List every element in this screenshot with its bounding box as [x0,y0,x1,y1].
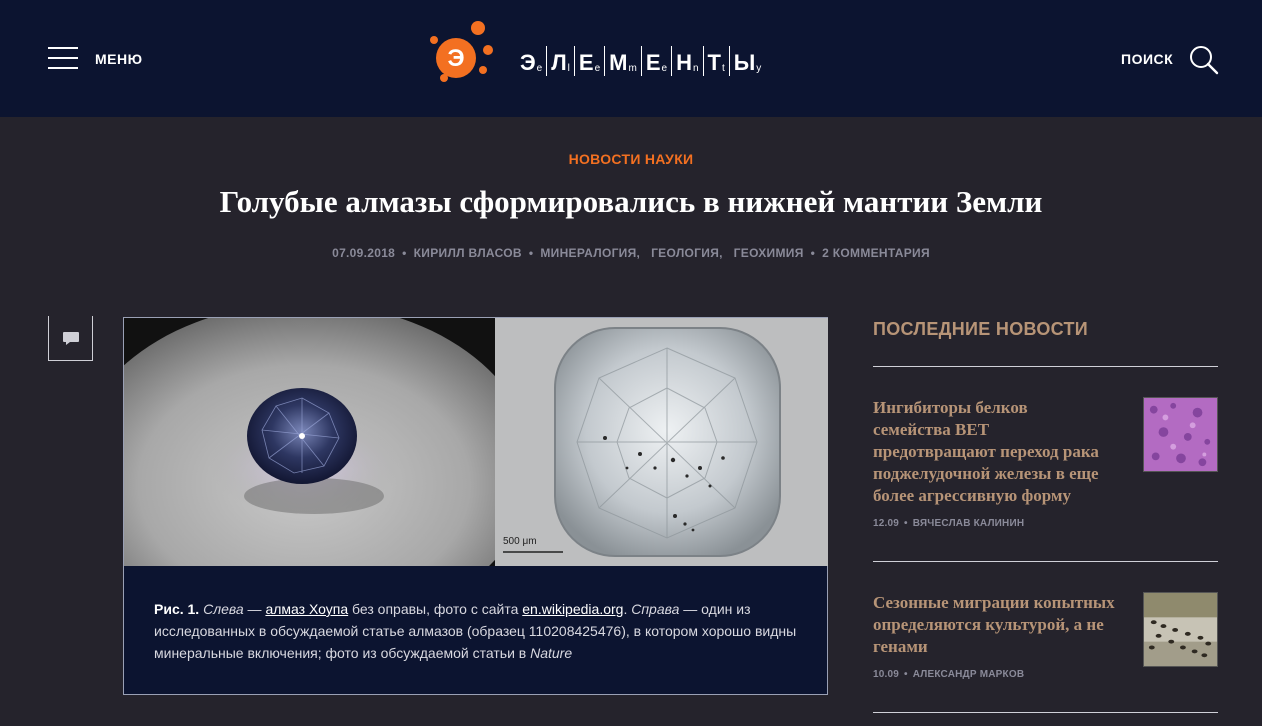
tag-link[interactable]: ГЕОХИМИЯ [734,246,804,260]
svg-text:Э: Э [447,45,464,72]
article-date: 07.09.2018 [332,246,396,260]
author-link[interactable]: КИРИЛЛ ВЛАСОВ [414,246,522,260]
site-logo[interactable]: Э Эe Лl Еe Мm Еe Нn Тt Ыy [428,18,838,88]
news-author-link[interactable]: АЛЕКСАНДР МАРКОВ [913,669,1025,680]
tag-link[interactable]: ГЕОЛОГИЯ, [651,246,723,260]
comment-button[interactable] [48,316,93,361]
menu-button[interactable]: МЕНЮ [95,51,143,67]
news-item-title[interactable]: Сезонные миграции копытных определяются … [873,592,1115,658]
sidebar-title: ПОСЛЕДНИЕ НОВОСТИ [873,319,1089,339]
news-item-meta: 10.09 • АЛЕКСАНДР МАРКОВ [873,669,1025,680]
search-icon[interactable] [1189,45,1219,75]
news-author-link[interactable]: ВЯЧЕСЛАВ КАЛИНИН [913,518,1025,529]
logo-letter: Лl [547,46,575,76]
news-thumbnail[interactable] [1143,397,1218,472]
logo-letter: Тt [704,46,730,76]
logo-mark-icon: Э [430,21,493,82]
tag-link[interactable]: МИНЕРАЛОГИЯ, [540,246,640,260]
logo-letter: Еe [642,46,673,76]
logo-wordmark: Эe Лl Еe Мm Еe Нn Тt Ыy [516,40,765,76]
comments-link[interactable]: 2 КОММЕНТАРИЯ [822,246,930,260]
divider [873,561,1218,562]
logo-letter: Эe [516,46,548,76]
news-thumbnail[interactable] [1143,592,1218,667]
figure-caption: Рис. 1. Слева — алмаз Хоупа без оправы, … [154,601,797,661]
divider [873,712,1218,713]
caption-link-wikipedia[interactable]: en.wikipedia.org [522,601,623,617]
logo-letter: Нn [672,46,704,76]
site-header: МЕНЮ Э Эe Лl Еe Мm Еe Нn Тt Ыy ПОИСК [0,0,1262,117]
diamond-sample-photo: 500 μm [495,318,828,566]
article-category[interactable]: НОВОСТИ НАУКИ [0,151,1262,167]
divider [873,366,1218,367]
scale-bar-label: 500 μm [503,536,537,547]
news-item-title[interactable]: Ингибиторы белков семейства BET предотвр… [873,397,1099,507]
logo-letter: Еe [575,46,606,76]
search-button[interactable]: ПОИСК [1121,51,1173,67]
logo-letter: Мm [605,46,642,76]
article-title: Голубые алмазы сформировались в нижней м… [219,184,1043,219]
speech-bubble-icon [63,332,79,345]
news-item-meta: 12.09 • ВЯЧЕСЛАВ КАЛИНИН [873,518,1025,529]
hope-diamond-photo [124,318,495,566]
logo-letter: Ыy [733,50,762,75]
article-meta: 07.09.2018 • КИРИЛЛ ВЛАСОВ • МИНЕРАЛОГИЯ, ГЕ… [332,246,930,260]
hamburger-menu-icon[interactable] [48,46,78,70]
article-figure: 500 μm Рис. 1. Слева — алмаз Хоупа без о… [123,317,828,695]
caption-link-hope-diamond[interactable]: алмаз Хоупа [265,601,348,617]
